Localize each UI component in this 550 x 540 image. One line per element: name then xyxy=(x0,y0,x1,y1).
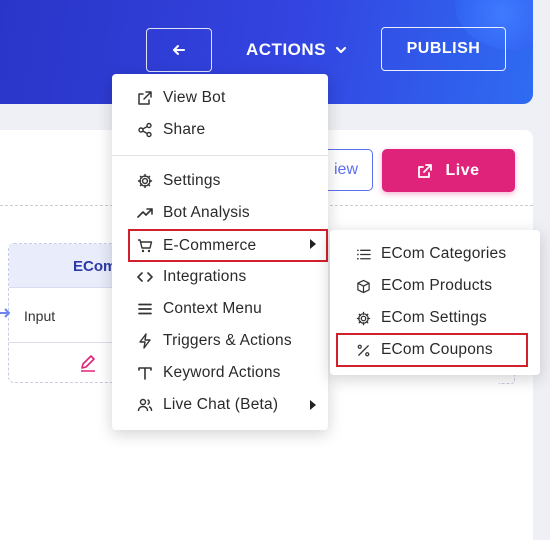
users-icon xyxy=(136,396,154,414)
submenu-item-label: ECom Categories xyxy=(381,245,507,262)
gear-icon xyxy=(136,172,154,190)
menu-item-bot-analysis[interactable]: Bot Analysis xyxy=(112,198,328,228)
menu-item-label: Settings xyxy=(163,172,221,189)
arrow-left-icon xyxy=(173,45,185,55)
menu-item-label: Triggers & Actions xyxy=(163,332,292,349)
edit-icon[interactable] xyxy=(79,354,97,372)
trend-up-icon xyxy=(136,204,154,222)
box-icon xyxy=(354,277,372,295)
live-button[interactable]: Live xyxy=(382,149,515,192)
submenu-item-label: ECom Coupons xyxy=(381,341,493,358)
hamburger-icon xyxy=(136,300,154,318)
cart-icon xyxy=(136,237,154,255)
menu-item-e-commerce[interactable]: E-Commerce xyxy=(128,229,328,262)
submenu-item-label: ECom Products xyxy=(381,277,493,294)
chevron-down-icon xyxy=(335,46,347,54)
node-divider xyxy=(9,342,122,343)
lightning-icon xyxy=(136,332,154,350)
submenu-item-ecom-products[interactable]: ECom Products xyxy=(330,271,540,301)
preview-label: iew xyxy=(333,161,358,178)
node-input-label: Input xyxy=(24,308,56,324)
menu-item-context-menu[interactable]: Context Menu xyxy=(112,294,328,324)
text-t-icon xyxy=(136,364,154,382)
menu-item-integrations[interactable]: Integrations xyxy=(112,262,328,292)
input-connector-arrow xyxy=(0,308,11,318)
submenu-item-ecom-categories[interactable]: ECom Categories xyxy=(330,239,540,269)
actions-label: ACTIONS xyxy=(246,40,326,59)
menu-divider xyxy=(112,155,328,156)
e-commerce-submenu: ECom Categories ECom Products ECom Setti… xyxy=(330,230,540,375)
menu-item-share[interactable]: Share xyxy=(112,115,328,145)
external-link-icon xyxy=(418,163,433,178)
caret-right-icon xyxy=(310,239,316,249)
list-icon xyxy=(354,245,372,263)
publish-button[interactable]: PUBLISH xyxy=(381,27,506,71)
menu-item-label: Live Chat (Beta) xyxy=(163,396,279,413)
submenu-item-label: ECom Settings xyxy=(381,309,487,326)
menu-item-label: Context Menu xyxy=(163,300,262,317)
submenu-item-ecom-settings[interactable]: ECom Settings xyxy=(330,303,540,333)
code-icon xyxy=(136,268,154,286)
menu-item-label: Keyword Actions xyxy=(163,364,281,381)
menu-item-label: E-Commerce xyxy=(163,236,257,254)
external-link-icon xyxy=(136,89,154,107)
actions-menu: View Bot Share Settings Bot Analysis E-C… xyxy=(112,74,328,430)
actions-dropdown-button[interactable]: ACTIONS xyxy=(246,36,348,64)
menu-item-triggers-actions[interactable]: Triggers & Actions xyxy=(112,326,328,356)
menu-item-label: View Bot xyxy=(163,89,226,106)
menu-item-settings[interactable]: Settings xyxy=(112,166,328,196)
menu-item-view-bot[interactable]: View Bot xyxy=(112,83,328,113)
percent-icon xyxy=(354,341,372,359)
menu-item-live-chat[interactable]: Live Chat (Beta) xyxy=(112,390,328,420)
share-icon xyxy=(136,121,154,139)
menu-item-label: Integrations xyxy=(163,268,247,285)
live-label: Live xyxy=(445,161,480,179)
menu-item-keyword-actions[interactable]: Keyword Actions xyxy=(112,358,328,388)
gear-icon xyxy=(354,309,372,327)
node-title: ECom xyxy=(73,258,117,275)
back-button[interactable] xyxy=(146,28,212,72)
submenu-item-ecom-coupons[interactable]: ECom Coupons xyxy=(336,333,528,367)
menu-item-label: Share xyxy=(163,121,206,138)
node-header: ECom xyxy=(9,244,122,288)
flow-node-card[interactable]: ECom Input xyxy=(8,243,124,383)
menu-item-label: Bot Analysis xyxy=(163,204,250,221)
caret-right-icon xyxy=(310,400,316,410)
